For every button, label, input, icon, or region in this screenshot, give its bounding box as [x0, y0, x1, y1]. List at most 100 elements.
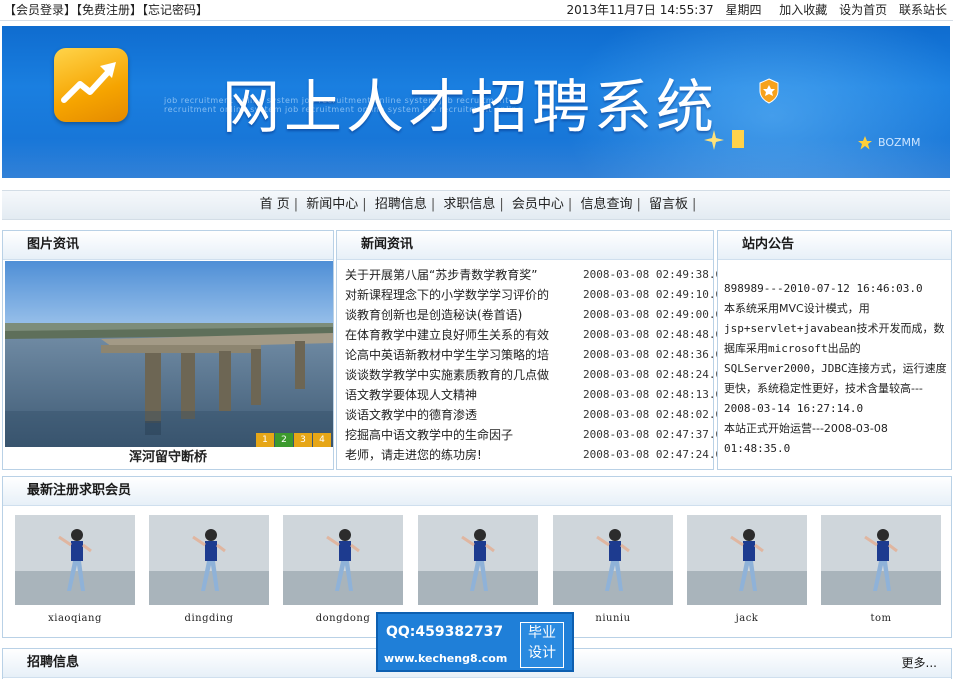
news-date: 2008-03-08 02:47:24.0 — [583, 448, 723, 461]
contact-admin-link[interactable]: 联系站长 — [899, 3, 947, 17]
news-item: 语文教学要体现人文精神 2008-03-08 02:48:13.0 — [345, 385, 722, 405]
notice-line: 据库采用microsoft出品的 — [724, 342, 861, 355]
shield-badge-icon — [759, 78, 779, 104]
photo-caption[interactable]: 浑河留守断桥 — [3, 449, 333, 467]
nav-separator: | — [567, 197, 573, 212]
nav-recruitment-info[interactable]: 招聘信息 — [371, 197, 431, 212]
nav-separator: | — [636, 197, 641, 212]
news-title-link[interactable]: 对新课程理念下的小学数学学习评价的 — [345, 285, 577, 305]
pager-page-4[interactable]: 4 — [313, 433, 331, 447]
add-favorite-link[interactable]: 加入收藏 — [779, 3, 827, 17]
panel-header: 图片资讯 — [3, 231, 333, 260]
nav-separator: | — [692, 197, 697, 212]
news-title-link[interactable]: 论高中英语新教材中学生学习策略的培 — [345, 345, 577, 365]
free-register-link[interactable]: 【免费注册】 — [76, 3, 142, 17]
notice-scroller[interactable]: 898989---2010-07-12 16:46:03.0 本系统采用MVC设… — [724, 279, 948, 455]
member-card[interactable]: tom — [821, 515, 941, 624]
notice-line: jsp+servlet+javabean技术开发而成，数 — [724, 322, 945, 335]
recruitment-info-title: 招聘信息 — [27, 655, 80, 670]
nav-home[interactable]: 首 页 — [256, 197, 294, 212]
site-notice-title: 站内公告 — [742, 237, 795, 252]
panel-header: 新闻资讯 — [337, 231, 713, 260]
news-date: 2008-03-08 02:48:02.0 — [583, 408, 723, 421]
member-name[interactable]: xiaoqiang — [15, 613, 135, 624]
member-login-link[interactable]: 【会员登录】 — [4, 3, 76, 17]
nav-news-center[interactable]: 新闻中心 — [302, 197, 362, 212]
news-item: 在体育教学中建立良好师生关系的有效 2008-03-08 02:48:48.0 — [345, 325, 722, 345]
nav-separator: | — [362, 197, 367, 212]
member-card[interactable]: niuniu — [553, 515, 673, 624]
news-date: 2008-03-08 02:48:24.0 — [583, 368, 723, 381]
nav-message-board[interactable]: 留言板 — [645, 197, 692, 212]
member-photo — [418, 515, 538, 605]
news-title-link[interactable]: 老师，请走进您的练功房! — [345, 445, 577, 465]
picture-news-title: 图片资讯 — [27, 237, 80, 252]
nav-info-query[interactable]: 信息查询 — [576, 197, 636, 212]
panel-header: 最新注册求职会员 — [3, 477, 951, 506]
banner-wave — [2, 138, 950, 178]
member-name[interactable]: dingding — [149, 613, 269, 624]
news-title-link[interactable]: 关于开展第八届“苏步青数学教育奖” — [345, 265, 577, 285]
notice-line: 更快，系统稳定性更好，技术含量较高--- — [724, 382, 923, 395]
news-item: 挖掘高中语文教学中的生命因子 2008-03-08 02:47:37.0 — [345, 425, 722, 445]
news-date: 2008-03-08 02:49:00.0 — [583, 308, 723, 321]
member-photo — [149, 515, 269, 605]
news-title-link[interactable]: 挖掘高中语文教学中的生命因子 — [345, 425, 577, 445]
notice-line: 898989---2010-07-12 16:46:03.0 — [724, 282, 923, 295]
main-nav: 首 页 | 新闻中心 | 招聘信息 | 求职信息 | 会员中心 | 信息查询 | 留言板 | — [2, 190, 950, 220]
banner-brand: BOZMM — [878, 136, 921, 149]
watermark-badge: QQ:459382737 www.kecheng8.com 毕业 设计 — [376, 612, 574, 672]
news-item: 对新课程理念下的小学数学学习评价的 2008-03-08 02:49:10.0 — [345, 285, 722, 305]
member-name[interactable]: tom — [821, 613, 941, 624]
pager-page-3[interactable]: 3 — [294, 433, 312, 447]
pager-page-1[interactable]: 1 — [256, 433, 274, 447]
notice-line: 2008-03-14 16:27:14.0 — [724, 402, 864, 415]
member-card[interactable]: dongdong — [283, 515, 403, 624]
set-homepage-link[interactable]: 设为首页 — [839, 3, 887, 17]
more-link[interactable]: 更多... — [902, 649, 937, 677]
current-datetime: 2013年11月7日 14:55:37 — [566, 3, 714, 17]
new-members-title: 最新注册求职会员 — [27, 483, 132, 498]
news-list: 关于开展第八届“苏步青数学教育奖” 2008-03-08 02:49:38.0 对… — [345, 265, 722, 465]
pager-page-2[interactable]: 2 — [275, 433, 293, 447]
news-title-link[interactable]: 谈语文教学中的德育渗透 — [345, 405, 577, 425]
news-item: 谈教育创新也是创造秘诀(卷首语) 2008-03-08 02:49:00.0 — [345, 305, 722, 325]
notice-line: 本站正式开始运营---2008-03-08 — [724, 422, 888, 435]
picture-news-panel: 图片资讯 1 2 3 4 浑河留守断桥 — [2, 230, 334, 470]
member-card[interactable]: jack — [687, 515, 807, 624]
member-photo — [283, 515, 403, 605]
growth-arrow-icon — [61, 62, 116, 103]
member-photo — [821, 515, 941, 605]
member-card[interactable]: dingding — [149, 515, 269, 624]
bridge-photo-image — [5, 261, 333, 447]
nav-job-seeking-info[interactable]: 求职信息 — [439, 197, 499, 212]
nav-separator: | — [293, 197, 299, 212]
banner-title: 网上人才招聘系统 — [222, 73, 719, 141]
news-title-link[interactable]: 谈教育创新也是创造秘诀(卷首语) — [345, 305, 577, 325]
news-date: 2008-03-08 02:47:37.0 — [583, 428, 723, 441]
watermark-tag: 毕业 设计 — [520, 622, 564, 668]
news-title-link[interactable]: 语文教学要体现人文精神 — [345, 385, 577, 405]
news-item: 关于开展第八届“苏步青数学教育奖” 2008-03-08 02:49:38.0 — [345, 265, 722, 285]
news-title-link[interactable]: 谈谈数学教学中实施素质教育的几点做 — [345, 365, 577, 385]
panel-header: 站内公告 — [718, 231, 951, 260]
news-date: 2008-03-08 02:48:13.0 — [583, 388, 723, 401]
news-title-link[interactable]: 在体育教学中建立良好师生关系的有效 — [345, 325, 577, 345]
forgot-password-link[interactable]: 【忘记密码】 — [142, 3, 208, 17]
nav-member-center[interactable]: 会员中心 — [508, 197, 568, 212]
sparkle-icon — [704, 130, 744, 150]
site-logo — [54, 48, 128, 122]
nav-separator: | — [499, 197, 504, 212]
member-card[interactable] — [418, 515, 538, 613]
member-photo — [553, 515, 673, 605]
news-date: 2008-03-08 02:49:10.0 — [583, 288, 723, 301]
photo-pager: 1 2 3 4 — [255, 433, 331, 447]
news-item: 谈语文教学中的德育渗透 2008-03-08 02:48:02.0 — [345, 405, 722, 425]
current-weekday: 星期四 — [725, 3, 762, 17]
news-item: 老师，请走进您的练功房! 2008-03-08 02:47:24.0 — [345, 445, 722, 465]
site-notice-panel: 站内公告 898989---2010-07-12 16:46:03.0 本系统采… — [717, 230, 952, 470]
member-photo — [15, 515, 135, 605]
member-name[interactable]: jack — [687, 613, 807, 624]
member-card[interactable]: xiaoqiang — [15, 515, 135, 624]
featured-photo[interactable] — [5, 261, 333, 447]
